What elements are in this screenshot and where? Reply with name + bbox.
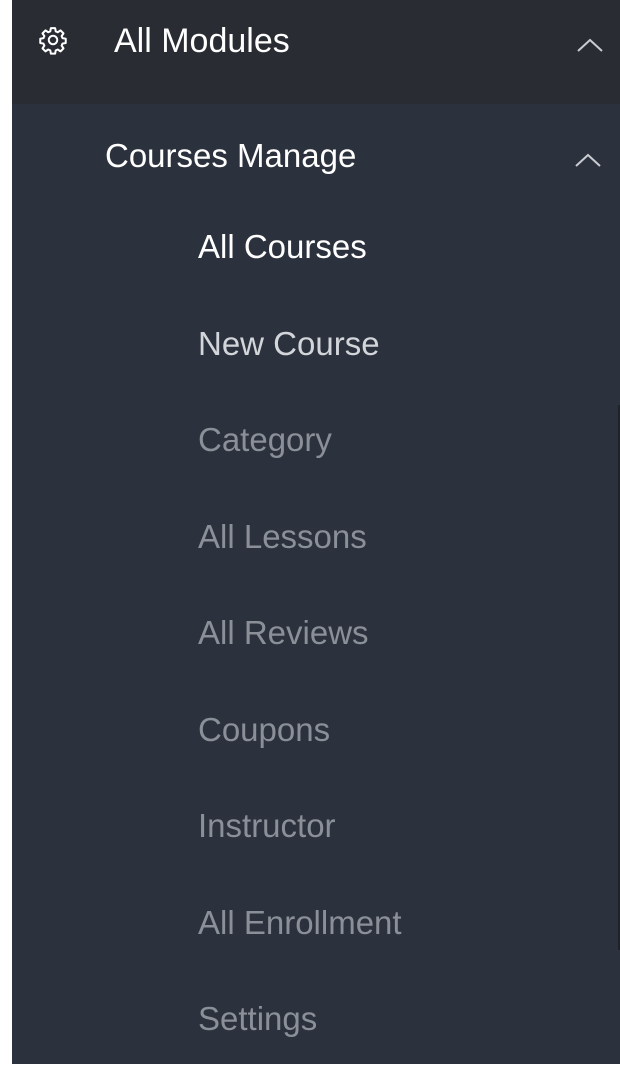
menu-item-label: New Course bbox=[198, 324, 380, 362]
menu-item-all-lessons[interactable]: All Lessons bbox=[12, 494, 620, 591]
sidebar: All Modules Courses Manage All Courses N… bbox=[12, 0, 620, 1064]
menu-item-label: All Courses bbox=[198, 228, 367, 265]
courses-manage-header[interactable]: Courses Manage bbox=[12, 104, 620, 204]
menu-item-label: All Enrollment bbox=[198, 903, 402, 941]
courses-manage-label: Courses Manage bbox=[105, 137, 357, 174]
all-modules-label: All Modules bbox=[114, 22, 290, 60]
menu-item-instructor[interactable]: Instructor bbox=[12, 783, 620, 880]
chevron-up-icon bbox=[575, 153, 601, 167]
menu-item-all-reviews[interactable]: All Reviews bbox=[12, 590, 620, 687]
menu-item-all-courses[interactable]: All Courses bbox=[12, 204, 620, 301]
courses-submenu: All Courses New Course Category All Less… bbox=[12, 204, 620, 1073]
menu-item-label: Category bbox=[198, 421, 332, 458]
menu-item-all-enrollment[interactable]: All Enrollment bbox=[12, 880, 620, 977]
menu-item-settings[interactable]: Settings bbox=[12, 976, 620, 1073]
menu-item-new-course[interactable]: New Course bbox=[12, 301, 620, 398]
menu-item-label: All Reviews bbox=[198, 614, 369, 651]
menu-item-label: Coupons bbox=[198, 710, 331, 748]
menu-item-coupons[interactable]: Coupons bbox=[12, 687, 620, 784]
menu-item-label: All Lessons bbox=[198, 517, 367, 555]
menu-item-label: Instructor bbox=[198, 807, 336, 844]
menu-item-category[interactable]: Category bbox=[12, 397, 620, 494]
all-modules-header[interactable]: All Modules bbox=[12, 0, 620, 104]
chevron-up-icon bbox=[577, 38, 603, 52]
gear-icon bbox=[39, 27, 67, 55]
menu-item-label: Settings bbox=[198, 1000, 318, 1037]
